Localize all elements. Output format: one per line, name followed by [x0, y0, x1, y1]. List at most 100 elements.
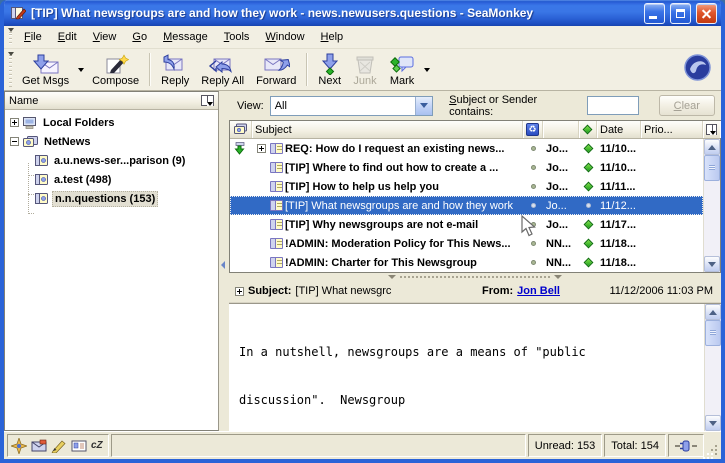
scroll-up-button[interactable] — [705, 304, 721, 320]
column-picker-icon — [706, 124, 717, 135]
scroll-down-button[interactable] — [704, 256, 720, 272]
close-button[interactable] — [696, 3, 717, 24]
folder-pane-header[interactable]: Name — [5, 92, 218, 110]
thread-row[interactable]: REQ: How do I request an existing news..… — [230, 139, 703, 158]
scroll-up-button[interactable] — [704, 139, 720, 155]
menu-window[interactable]: Window — [257, 28, 312, 46]
reply-button[interactable]: Reply — [155, 50, 195, 89]
menu-message[interactable]: Message — [155, 28, 216, 46]
message-icon — [270, 257, 283, 268]
maximize-button[interactable] — [670, 3, 691, 24]
app-icon — [10, 5, 26, 21]
component-bar: cZ — [7, 434, 109, 457]
thread-row-clipped[interactable]: !ADMIN: Charter for This Newsgroup NN...… — [230, 253, 703, 272]
message-pane-splitter[interactable] — [229, 273, 721, 280]
thread-row[interactable]: [TIP] How to help us help you Jo... 11/1… — [230, 177, 703, 196]
menu-help[interactable]: Help — [313, 28, 352, 46]
subject-label: Subject: — [248, 285, 291, 297]
message-scrollbar[interactable] — [704, 304, 721, 431]
view-dropdown-value: All — [271, 100, 415, 112]
get-msgs-dropdown[interactable] — [75, 50, 86, 89]
menu-edit[interactable]: Edit — [50, 28, 85, 46]
priority-column-header[interactable]: Prio... — [641, 121, 703, 138]
column-picker[interactable] — [703, 121, 720, 138]
sender-column-header[interactable] — [543, 121, 579, 138]
pane-splitter[interactable] — [219, 91, 229, 431]
from-link[interactable]: Jon Bell — [517, 285, 560, 297]
date-column-header[interactable]: Date — [597, 121, 641, 138]
folder-column-picker-icon[interactable] — [201, 95, 214, 106]
compose-icon — [103, 53, 129, 75]
thread-row[interactable]: [TIP] Why newsgroups are not e-mail Jo..… — [230, 215, 703, 234]
expand-icon[interactable] — [10, 118, 19, 127]
seamonkey-window: [TIP] What newsgroups are and how they w… — [0, 0, 725, 463]
message-date: 11/12/2006 11:03 PM — [609, 285, 713, 297]
message-pane: In a nutshell, newsgroups are a means of… — [229, 303, 721, 431]
unread-diamond-icon — [583, 220, 593, 230]
chatzilla-icon[interactable]: cZ — [91, 440, 103, 451]
chevron-down-icon — [78, 68, 84, 72]
mail-icon[interactable] — [31, 439, 47, 453]
folder-local-folders[interactable]: Local Folders — [5, 113, 218, 132]
read-dot-icon — [531, 165, 536, 170]
get-msgs-button[interactable]: Get Msgs — [16, 50, 75, 89]
folder-tree: Local Folders NetNews a.u.news-se — [5, 110, 218, 430]
reply-all-button[interactable]: Reply All — [195, 50, 250, 89]
scroll-down-button[interactable] — [705, 415, 721, 431]
splitter-grippy — [400, 276, 550, 278]
junk-icon — [353, 53, 377, 75]
thread-scrollbar[interactable] — [703, 139, 720, 272]
next-button[interactable]: Next — [312, 50, 347, 89]
chevron-down-icon — [424, 68, 430, 72]
view-dropdown[interactable]: All — [270, 96, 433, 116]
minimize-button[interactable] — [644, 3, 665, 24]
collapse-icon[interactable] — [10, 137, 19, 146]
junk-status-column-header[interactable]: ♻ — [523, 121, 543, 138]
mark-button[interactable]: Mark — [383, 50, 421, 89]
folder-newsgroup[interactable]: a.u.news-ser...parison (9) — [5, 151, 218, 170]
folder-newsgroup[interactable]: a.test (498) — [5, 170, 218, 189]
menu-view[interactable]: View — [85, 28, 125, 46]
toolbar-separator — [149, 53, 151, 86]
menu-go[interactable]: Go — [124, 28, 155, 46]
thread-row-selected[interactable]: [TIP] What newsgroups are and how they w… — [230, 196, 703, 215]
thread-row[interactable]: !ADMIN: Moderation Policy for This News.… — [230, 234, 703, 253]
expand-headers-icon[interactable] — [235, 287, 244, 296]
name-column-header[interactable]: Name — [9, 95, 201, 107]
composer-icon[interactable] — [51, 439, 67, 453]
subject-column-header[interactable]: Subject — [252, 121, 523, 138]
thread-column-header[interactable] — [230, 121, 252, 138]
folder-newsgroup-selected[interactable]: n.n.questions (153) — [5, 189, 218, 208]
junk-button[interactable]: Junk — [347, 50, 383, 89]
seamonkey-logo[interactable] — [684, 54, 711, 86]
title-bar[interactable]: [TIP] What newsgroups are and how they w… — [4, 0, 721, 26]
resize-grip[interactable] — [706, 434, 719, 457]
read-dot-icon — [531, 184, 536, 189]
main-content: Name Local Folders — [4, 91, 721, 431]
minimize-icon — [649, 16, 657, 19]
view-dropdown-button[interactable] — [415, 97, 432, 115]
address-book-icon[interactable] — [71, 439, 87, 453]
mark-dropdown[interactable] — [421, 50, 432, 89]
unread-column-header[interactable] — [579, 121, 597, 138]
unread-diamond-icon — [583, 125, 593, 135]
folder-netnews[interactable]: NetNews — [5, 132, 218, 151]
menu-tools[interactable]: Tools — [216, 28, 258, 46]
clear-button[interactable]: Clear — [659, 95, 715, 116]
navigator-icon[interactable] — [11, 438, 27, 454]
menubar-grippy[interactable] — [7, 28, 14, 46]
compose-button[interactable]: Compose — [86, 50, 145, 89]
scroll-thumb[interactable] — [704, 155, 720, 181]
scroll-thumb[interactable] — [705, 320, 721, 346]
message-icon — [270, 219, 283, 230]
expand-thread-icon[interactable] — [257, 144, 266, 153]
online-status[interactable] — [668, 434, 704, 457]
thread-icon — [233, 123, 248, 136]
menu-file[interactable]: File — [16, 28, 50, 46]
filter-input[interactable] — [587, 96, 639, 115]
thread-rows: REQ: How do I request an existing news..… — [230, 139, 703, 272]
toolbar-grippy[interactable] — [7, 52, 14, 87]
forward-button[interactable]: Forward — [250, 50, 302, 89]
message-icon — [270, 143, 283, 154]
thread-row[interactable]: [TIP] Where to find out how to create a … — [230, 158, 703, 177]
